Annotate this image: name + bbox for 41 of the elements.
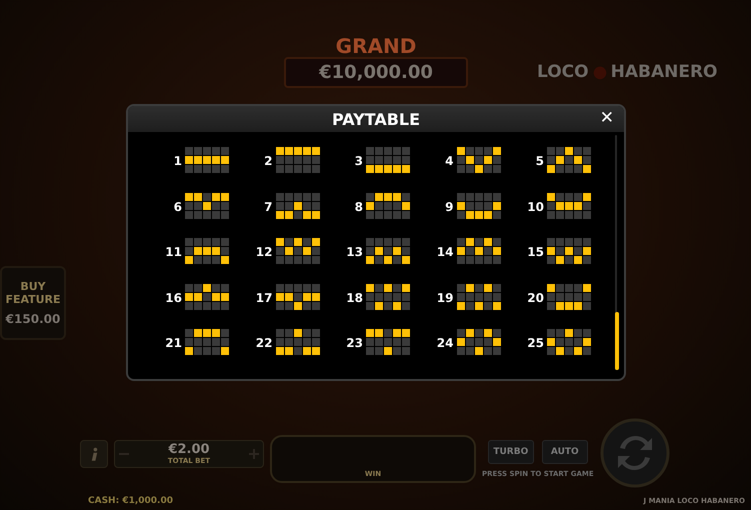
payline-number: 22 — [254, 336, 272, 350]
payline-number: 25 — [526, 336, 544, 350]
payline-number: 12 — [254, 245, 272, 259]
payline-number: 8 — [354, 200, 363, 214]
payline-number: 21 — [164, 336, 182, 350]
bet-value: €2.00 — [168, 443, 210, 457]
payline-number: 1 — [172, 154, 182, 168]
payline-number: 4 — [444, 154, 454, 168]
payline-number: 23 — [345, 336, 363, 350]
close-button[interactable]: ✕ — [598, 107, 616, 129]
payline-number: 10 — [526, 200, 544, 214]
payline-number: 24 — [436, 336, 454, 350]
plus-icon[interactable] — [248, 448, 260, 460]
payline-number: 9 — [444, 200, 454, 214]
buy-feature-button[interactable]: BUY FEATURE €150.00 — [0, 266, 66, 340]
scrollbar[interactable] — [614, 135, 617, 370]
info-button[interactable] — [80, 440, 108, 468]
payline-number: 7 — [263, 200, 272, 214]
dialog-title: PAYTABLE — [332, 110, 420, 128]
info-icon — [90, 446, 98, 462]
payline-number: 20 — [526, 290, 544, 304]
payline-number: 15 — [526, 245, 544, 259]
jackpot-value: €10,000.00 — [284, 57, 468, 88]
spin-button[interactable] — [600, 418, 670, 488]
payline-number: 14 — [436, 245, 454, 259]
logo-text: HABANERO — [610, 62, 718, 82]
turbo-button[interactable]: TURBO — [488, 440, 534, 464]
jackpot-label: GRAND — [336, 35, 416, 57]
payline-number: 16 — [164, 290, 182, 304]
cash-balance: CASH: €1,000.00 — [88, 496, 173, 506]
payline-number: 6 — [172, 200, 182, 214]
payline-number: 11 — [164, 245, 182, 259]
logo-text: LOCO — [537, 62, 589, 82]
payline-number: 18 — [345, 290, 363, 304]
auto-button[interactable]: AUTO — [542, 440, 588, 464]
payline-number: 2 — [263, 154, 272, 168]
payline-number: 17 — [254, 290, 272, 304]
payline-number: 13 — [345, 245, 363, 259]
payline-number: 3 — [354, 154, 363, 168]
payline-number: 19 — [436, 290, 454, 304]
payline-number: 5 — [534, 154, 544, 168]
